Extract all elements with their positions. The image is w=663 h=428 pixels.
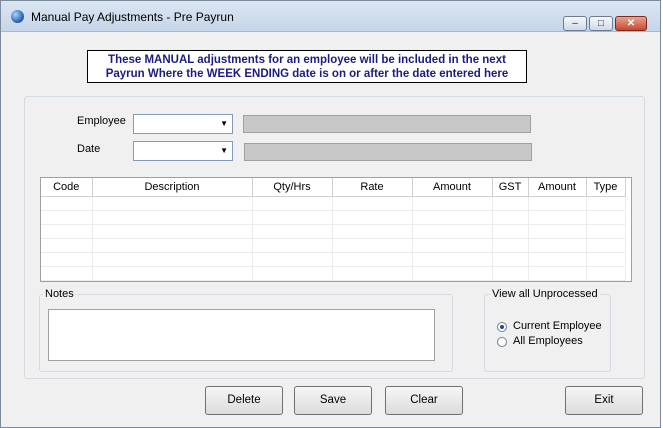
app-icon — [11, 10, 24, 23]
minimize-icon: – — [572, 18, 578, 29]
current-employee-radio[interactable] — [497, 322, 507, 332]
column-header-description[interactable]: Description — [92, 178, 253, 197]
all-employees-radio[interactable] — [497, 337, 507, 347]
column-header-gst[interactable]: GST — [492, 178, 529, 197]
notes-label: Notes — [43, 288, 76, 300]
column-header-type[interactable]: Type — [586, 178, 626, 197]
column-header-rate[interactable]: Rate — [332, 178, 413, 197]
maximize-icon: □ — [597, 18, 605, 29]
banner-line-2: Payrun Where the WEEK ENDING date is on … — [105, 68, 509, 80]
close-button[interactable]: ✕ — [615, 16, 647, 31]
all-employees-label[interactable]: All Employees — [513, 335, 583, 347]
date-info-display — [244, 143, 532, 161]
title-bar[interactable]: Manual Pay Adjustments - Pre Payrun – □ … — [1, 1, 660, 32]
info-banner: These MANUAL adjustments for an employee… — [87, 50, 527, 83]
table-row[interactable] — [41, 196, 626, 211]
delete-button[interactable]: Delete — [205, 386, 283, 415]
clear-button[interactable]: Clear — [385, 386, 463, 415]
dropdown-arrow-icon[interactable]: ▼ — [220, 119, 228, 128]
exit-button[interactable]: Exit — [565, 386, 643, 415]
dropdown-arrow-icon[interactable]: ▼ — [220, 146, 228, 155]
date-label: Date — [77, 143, 101, 155]
table-row[interactable] — [41, 224, 626, 239]
employee-label: Employee — [77, 115, 126, 127]
table-row[interactable] — [41, 266, 626, 281]
column-header-qty-hrs[interactable]: Qty/Hrs — [252, 178, 333, 197]
employee-name-display — [243, 115, 531, 133]
table-row[interactable] — [41, 210, 626, 225]
window-title: Manual Pay Adjustments - Pre Payrun — [31, 10, 234, 24]
employee-combo[interactable]: ▼ — [133, 114, 233, 134]
maximize-button[interactable]: □ — [589, 16, 613, 31]
column-header-amount[interactable]: Amount — [412, 178, 493, 197]
minimize-button[interactable]: – — [563, 16, 587, 31]
notes-textarea[interactable] — [48, 309, 435, 361]
close-icon: ✕ — [626, 18, 636, 29]
grid-header-row: Code Description Qty/Hrs Rate Amount GST… — [41, 178, 626, 197]
table-row[interactable] — [41, 238, 626, 253]
save-button[interactable]: Save — [294, 386, 372, 415]
column-header-amount-total[interactable]: Amount — [528, 178, 587, 197]
manual-pay-adjustments-window: Manual Pay Adjustments - Pre Payrun – □ … — [0, 0, 661, 428]
adjustments-grid[interactable]: Code Description Qty/Hrs Rate Amount GST… — [40, 177, 632, 282]
column-header-code[interactable]: Code — [41, 178, 93, 197]
view-unprocessed-group — [484, 294, 611, 372]
table-row[interactable] — [41, 252, 626, 267]
view-unprocessed-label: View all Unprocessed — [490, 288, 600, 300]
current-employee-label[interactable]: Current Employee — [513, 320, 602, 332]
date-combo[interactable]: ▼ — [133, 141, 233, 161]
banner-line-1: These MANUAL adjustments for an employee… — [108, 54, 506, 66]
